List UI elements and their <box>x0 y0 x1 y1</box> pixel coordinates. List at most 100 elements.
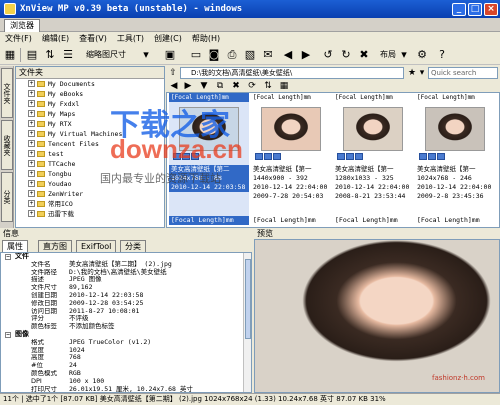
folder-label: My eBooks <box>48 90 84 98</box>
expand-toggle-icon[interactable]: + <box>28 80 35 87</box>
badge-icon <box>428 153 436 160</box>
menu-item[interactable]: 帮助(H) <box>187 32 225 45</box>
sort-icon[interactable]: ⇅ <box>262 80 274 92</box>
folder-tree-item[interactable]: + Tongbu <box>16 169 164 179</box>
expand-toggle-icon[interactable]: + <box>28 210 35 217</box>
thumbnail-item[interactable]: [Focal Length]mm 美女高清壁纸【第一 1024x768 - 246 2… <box>415 93 495 225</box>
expand-toggle-icon[interactable]: + <box>28 140 35 147</box>
filter-icon[interactable]: ▦ <box>2 47 18 63</box>
delete-icon[interactable]: ✖ <box>356 47 372 63</box>
refresh-icon[interactable]: ⟳ <box>246 80 258 92</box>
menu-item[interactable]: 查看(V) <box>74 32 112 45</box>
folder-tree-item[interactable]: + 迅雷下载 <box>16 209 164 219</box>
expand-toggle-icon[interactable]: + <box>28 90 35 97</box>
menu-item[interactable]: 创建(C) <box>149 32 187 45</box>
filter-icon[interactable]: ▼ <box>198 80 210 92</box>
collapse-toggle-icon[interactable]: − <box>5 331 11 338</box>
thumbnail-item[interactable]: [Focal Length]mm 美女高清壁纸【第二 1024x768 - 88 20… <box>169 93 249 225</box>
path-bar: ⇧ D:\我的文档\高清壁纸\美女壁纸\ ★ ▾ Quick search <box>166 66 500 80</box>
info-tab[interactable]: 属性 <box>2 240 28 252</box>
folder-tree-item[interactable]: + TTCache <box>16 159 164 169</box>
expand-toggle-icon[interactable]: + <box>28 190 35 197</box>
info-tab[interactable]: 直方图 <box>38 240 72 252</box>
print-icon[interactable]: ⎙ <box>224 47 240 63</box>
maximize-button[interactable]: □ <box>468 2 482 16</box>
delete-icon[interactable]: ✖ <box>230 80 242 92</box>
folder-tree-item[interactable]: + My Fxdxl <box>16 99 164 109</box>
info-scrollbar[interactable] <box>243 253 251 392</box>
collapse-toggle-icon[interactable]: − <box>5 254 11 260</box>
rotate-left-icon[interactable]: ↺ <box>320 47 336 63</box>
folder-tree-item[interactable]: + My Documents <box>16 79 164 89</box>
close-button[interactable]: × <box>484 2 498 16</box>
menu-item[interactable]: 文件(F) <box>0 32 37 45</box>
folder-tree-item[interactable]: + Youdao <box>16 179 164 189</box>
chevron-down-icon[interactable]: ▾ <box>416 67 428 79</box>
expand-toggle-icon[interactable]: + <box>28 130 35 137</box>
thumbnail-item[interactable]: [Focal Length]mm 美女高清壁纸【第一 1280x1033 - 325… <box>333 93 413 225</box>
expand-toggle-icon[interactable]: + <box>28 110 35 117</box>
expand-toggle-icon[interactable]: + <box>28 150 35 157</box>
thumbnail-date2: 2008-8-21 23:53:44 <box>335 192 406 200</box>
view-icon[interactable]: ▦ <box>278 80 290 92</box>
image-icon[interactable]: ▣ <box>162 47 178 63</box>
settings-gear-icon[interactable]: ⚙ <box>414 47 430 63</box>
expand-toggle-icon[interactable]: + <box>28 180 35 187</box>
badge-icon <box>337 153 345 160</box>
folder-tree-item[interactable]: + Tencent Files <box>16 139 164 149</box>
forward-icon[interactable]: ▶ <box>182 80 194 92</box>
property-name: 格式 <box>31 338 44 346</box>
layout-button[interactable]: 布局 <box>380 47 396 63</box>
forward-arrow-icon[interactable]: ▶ <box>298 47 314 63</box>
badge-icon <box>173 153 181 160</box>
sort-icon[interactable]: ⇅ <box>42 47 58 63</box>
folder-tree-item[interactable]: + ZenWriter <box>16 189 164 199</box>
side-tab[interactable]: 分类 <box>1 172 13 222</box>
chevron-down-icon[interactable]: ▾ <box>396 47 412 63</box>
quick-search-input[interactable]: Quick search <box>428 67 498 79</box>
batch-icon[interactable]: ▧ <box>242 47 258 63</box>
info-tab[interactable]: ExifTool <box>76 240 117 252</box>
property-name: 颜色标签 <box>31 323 57 331</box>
chevron-down-icon[interactable]: ▾ <box>138 47 154 63</box>
back-icon[interactable]: ◀ <box>168 80 180 92</box>
folder-tree-item[interactable]: + My Virtual Machines <box>16 129 164 139</box>
thumbnail-item[interactable]: [Focal Length]mm 美女高清壁纸【第一 1440x900 - 392 2… <box>251 93 331 225</box>
folder-tree-item[interactable]: + My Maps <box>16 109 164 119</box>
mail-icon[interactable]: ✉ <box>260 47 276 63</box>
slideshow-icon[interactable]: ▭ <box>188 47 204 63</box>
rotate-right-icon[interactable]: ↻ <box>338 47 354 63</box>
folder-tree-item[interactable]: + My eBooks <box>16 89 164 99</box>
info-tab[interactable]: 分类 <box>120 240 146 252</box>
folder-tree-item[interactable]: + test <box>16 149 164 159</box>
tab-browser[interactable]: 浏览器 <box>4 19 40 32</box>
thumb-size-label[interactable]: 缩略图尺寸 <box>86 47 126 63</box>
expand-toggle-icon[interactable]: + <box>28 160 35 167</box>
folder-tree-item[interactable]: + My RTX <box>16 119 164 129</box>
folder-icon <box>37 151 45 157</box>
scrollbar-thumb[interactable] <box>245 259 251 339</box>
thumbnail-badges <box>255 153 282 161</box>
camera-icon[interactable]: ◙ <box>206 47 222 63</box>
copy-icon[interactable]: ⧉ <box>214 80 226 92</box>
path-input[interactable]: D:\我的文档\高清壁纸\美女壁纸\ <box>180 67 404 79</box>
expand-toggle-icon[interactable]: + <box>28 100 35 107</box>
folder-tree-item[interactable]: + 常用ICO <box>16 199 164 209</box>
side-tab[interactable]: 文件夹 <box>1 68 13 118</box>
menu-item[interactable]: 编辑(E) <box>37 32 74 45</box>
up-folder-icon[interactable]: ⇧ <box>167 67 179 79</box>
property-name: 评分 <box>31 315 44 323</box>
expand-toggle-icon[interactable]: + <box>28 170 35 177</box>
folder-label: My RTX <box>48 120 72 128</box>
menu-item[interactable]: 工具(T) <box>112 32 149 45</box>
back-arrow-icon[interactable]: ◀ <box>280 47 296 63</box>
view-mode-icon[interactable]: ▤ <box>24 47 40 63</box>
expand-toggle-icon[interactable]: + <box>28 120 35 127</box>
help-icon[interactable]: ? <box>434 47 450 63</box>
thumbnail-date1: 2010-12-14 22:04:00 <box>335 183 410 191</box>
minimize-button[interactable]: _ <box>452 2 466 16</box>
side-tab[interactable]: 收藏夹 <box>1 120 13 170</box>
folder-pane: 文件夹 + My Documents + My eBooks + My Fxdxl + My … <box>15 66 165 228</box>
list-icon[interactable]: ☰ <box>60 47 76 63</box>
expand-toggle-icon[interactable]: + <box>28 200 35 207</box>
